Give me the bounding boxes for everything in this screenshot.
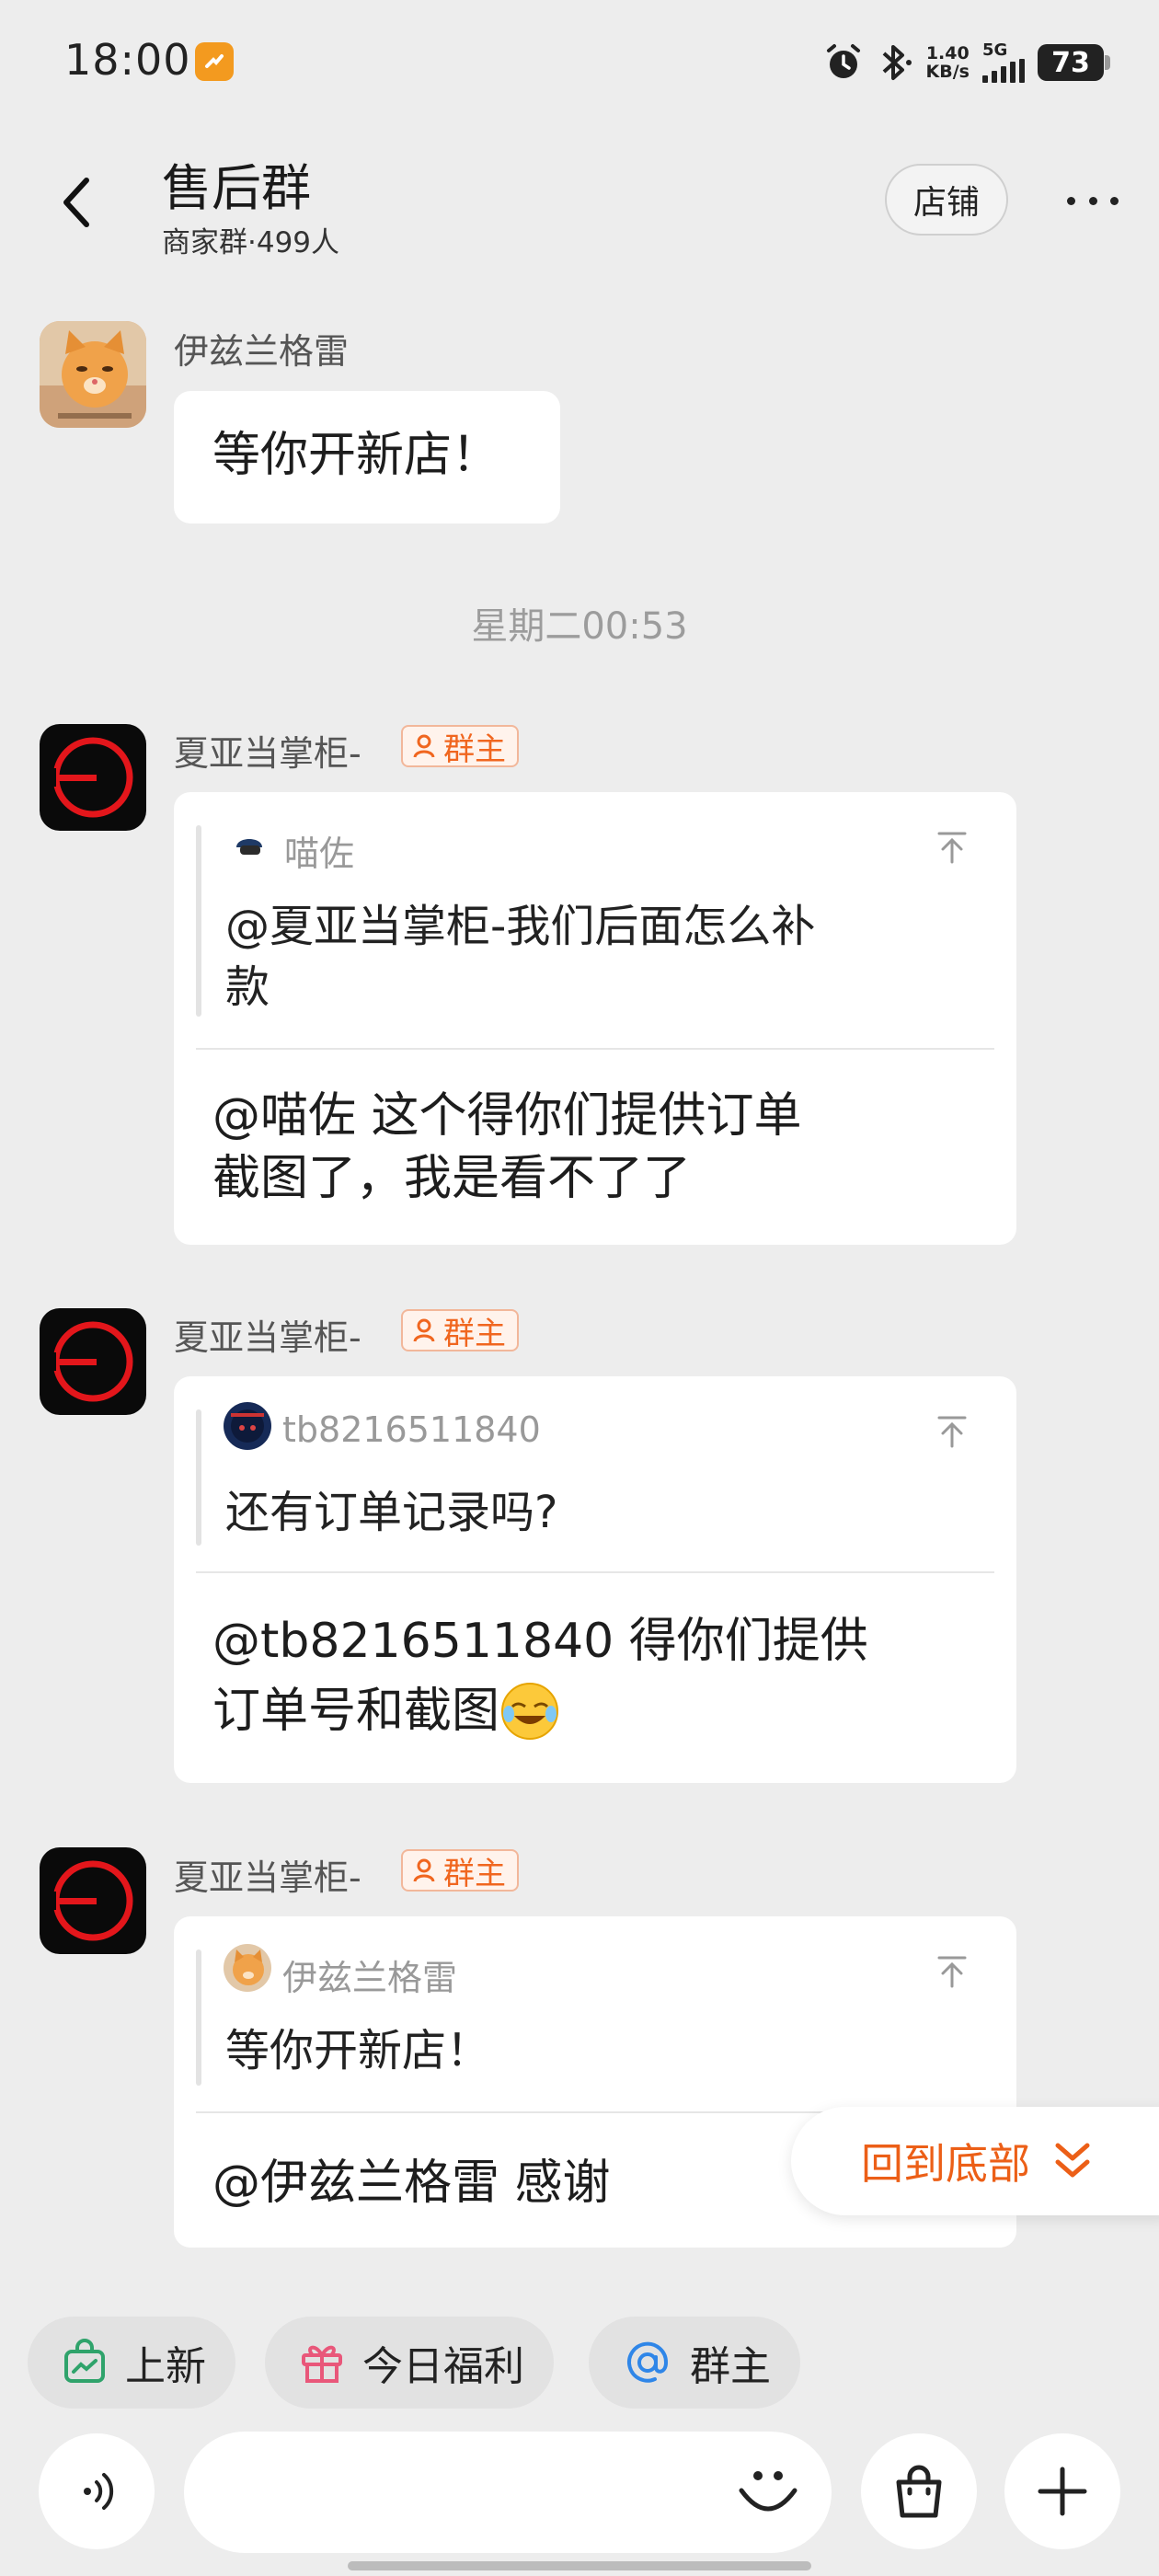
- back-button[interactable]: [55, 175, 101, 227]
- chip-label: 上新: [125, 2343, 206, 2390]
- quoted-text-line: 还有订单记录吗?: [225, 1487, 558, 1538]
- message-text: 订单号和截图: [212, 1684, 500, 1739]
- avatar[interactable]: [40, 321, 146, 428]
- laughing-tears-emoji-icon: [501, 1683, 559, 1740]
- network-speed-unit: KB/s: [925, 62, 970, 82]
- quick-action-daily-benefits[interactable]: 今日福利: [265, 2317, 554, 2409]
- badge-label: 群主: [443, 1315, 506, 1352]
- product-button[interactable]: [861, 2433, 977, 2549]
- shopping-bag-icon: [64, 2339, 105, 2383]
- more-options-button[interactable]: [1067, 182, 1119, 219]
- quoted-text-line: 款: [225, 961, 270, 1013]
- group-owner-badge: 群主: [401, 725, 519, 768]
- emoji-icon[interactable]: [736, 2463, 800, 2522]
- sender-name[interactable]: 伊兹兰格雷: [174, 323, 349, 374]
- page-subtitle: 商家群·499人: [162, 226, 340, 259]
- network-type: 5G: [982, 40, 1008, 60]
- group-owner-badge: 群主: [401, 1849, 519, 1892]
- home-indicator: [348, 2561, 811, 2570]
- more-actions-button[interactable]: [1004, 2433, 1120, 2549]
- jump-to-message-icon[interactable]: [934, 1953, 970, 1990]
- avatar[interactable]: [40, 1308, 146, 1415]
- bluetooth-icon: [882, 45, 912, 80]
- badge-label: 群主: [443, 730, 506, 768]
- person-icon: [413, 734, 435, 758]
- timestamp: 星期二00:53: [471, 605, 688, 648]
- battery-icon: 73: [1038, 44, 1110, 81]
- reply-message-bubble[interactable]: tb8216511840 还有订单记录吗? @tb8216511840 得你们提…: [174, 1376, 1016, 1783]
- quoted-text-line: 等你开新店！: [225, 2025, 491, 2076]
- quoted-user-name: tb8216511840: [282, 1409, 541, 1450]
- page-title: 售后群: [162, 159, 311, 217]
- jump-to-message-icon[interactable]: [934, 829, 970, 866]
- shop-button[interactable]: 店铺: [885, 164, 1008, 236]
- quoted-user-avatar: [224, 1402, 271, 1450]
- back-to-bottom-button[interactable]: 回到底部: [791, 2107, 1159, 2215]
- message-text: @tb8216511840 得你们提供: [212, 1614, 868, 1669]
- alarm-icon: [826, 44, 860, 78]
- person-icon: [413, 1318, 435, 1342]
- quoted-user-name: 喵佐: [284, 834, 355, 874]
- double-chevron-down-icon: [1055, 2143, 1090, 2178]
- reply-message-bubble[interactable]: 喵佐 @夏亚当掌柜-我们后面怎么补 款 @喵佐 这个得你们提供订单 截图了，我是…: [174, 792, 1016, 1245]
- sender-name[interactable]: 夏亚当掌柜-: [174, 725, 361, 776]
- quoted-user-avatar: [224, 1944, 271, 1992]
- avatar[interactable]: [40, 1847, 146, 1954]
- plus-icon: [1038, 2467, 1087, 2516]
- status-icons: 1.40 KB/s 5G 73: [823, 37, 1110, 88]
- back-to-bottom-label: 回到底部: [861, 2139, 1030, 2189]
- avatar[interactable]: [40, 724, 146, 831]
- sender-name[interactable]: 夏亚当掌柜-: [174, 1849, 361, 1900]
- shopkeeper-logo-icon: [49, 737, 133, 818]
- shopkeeper-logo-icon: [49, 1860, 133, 1941]
- app-notification-icon: [195, 42, 234, 81]
- quoted-text-line: @夏亚当掌柜-我们后面怎么补: [225, 901, 816, 952]
- cat-avatar-image: [40, 321, 146, 428]
- shopping-bag-icon: [896, 2465, 942, 2518]
- quick-action-mention-owner[interactable]: 群主: [589, 2317, 800, 2409]
- shopkeeper-logo-icon: [49, 1321, 133, 1402]
- quick-action-new-arrivals[interactable]: 上新: [28, 2317, 235, 2409]
- quoted-user-avatar: [231, 827, 268, 864]
- person-icon: [413, 1858, 435, 1882]
- quoted-user-name: 伊兹兰格雷: [282, 1958, 458, 1998]
- message-text-with-emoji: 订单号和截图: [212, 1680, 560, 1742]
- cellular-signal-icon: 5G: [982, 42, 1025, 83]
- status-time: 18:00: [64, 35, 191, 85]
- message-bubble[interactable]: 等你开新店！: [174, 391, 560, 523]
- badge-label: 群主: [443, 1855, 506, 1892]
- message-input[interactable]: [184, 2432, 832, 2553]
- chip-label: 群主: [690, 2343, 771, 2390]
- group-owner-badge: 群主: [401, 1309, 519, 1352]
- back-arrow-icon: [63, 178, 89, 227]
- at-sign-icon: [627, 2341, 669, 2383]
- message-text: @伊兹兰格雷 感谢: [212, 2156, 611, 2211]
- message-text: 截图了，我是看不了了: [212, 1151, 692, 1206]
- message-text: 等你开新店！: [212, 428, 500, 483]
- jump-to-message-icon[interactable]: [934, 1413, 970, 1450]
- network-speed: 1.40 KB/s: [926, 44, 970, 81]
- gift-icon: [302, 2345, 342, 2383]
- chip-label: 今日福利: [362, 2343, 524, 2390]
- voice-input-button[interactable]: [39, 2433, 155, 2549]
- voice-icon: [84, 2473, 114, 2510]
- message-text: @喵佐 这个得你们提供订单: [212, 1088, 802, 1144]
- network-speed-value: 1.40: [925, 43, 970, 63]
- sender-name[interactable]: 夏亚当掌柜-: [174, 1309, 361, 1360]
